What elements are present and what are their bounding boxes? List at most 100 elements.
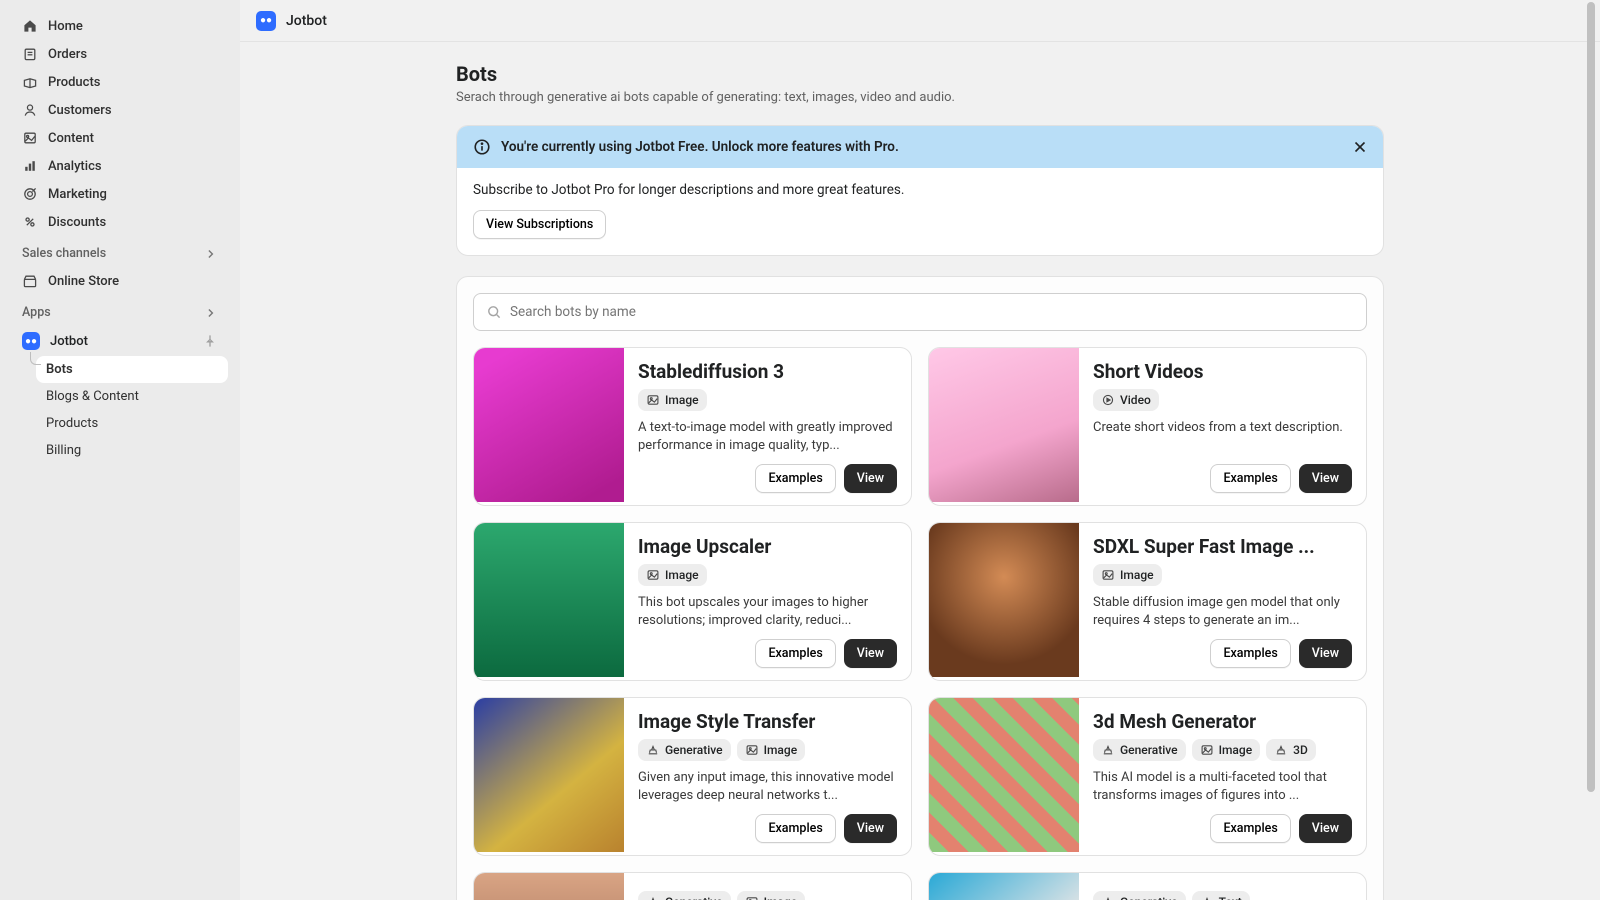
jotbot-app-icon: ●● [22,332,40,350]
content-scroll[interactable]: Bots Serach through generative ai bots c… [240,42,1600,900]
search-input[interactable] [510,304,1354,320]
badge-label: Generative [665,895,723,900]
pin-icon[interactable] [202,333,218,349]
nav-label: Analytics [48,159,102,174]
nav-label: Orders [48,47,87,62]
info-icon [473,138,491,156]
badge-label: Image [1120,568,1154,582]
view-button[interactable]: View [844,814,897,843]
sidebar-sub-bots[interactable]: Bots [36,356,228,383]
topbar: ●● Jotbot [240,0,1600,42]
banner-body-text: Subscribe to Jotbot Pro for longer descr… [473,182,1367,198]
nav-label: Products [48,75,100,90]
badges-row: Image [638,389,897,411]
sidebar-item-content[interactable]: Content [12,124,228,152]
apps-label: Apps [22,305,51,320]
sidebar-item-home[interactable]: Home [12,12,228,40]
chevron-right-icon [204,247,218,261]
badge-label: Image [1219,743,1253,757]
image-icon [1200,743,1214,757]
view-button[interactable]: View [844,464,897,493]
gen-icon [1101,743,1115,757]
view-button[interactable]: View [1299,639,1352,668]
sidebar-item-discounts[interactable]: Discounts [12,208,228,236]
bot-thumbnail [929,523,1079,677]
bot-thumbnail [929,348,1079,502]
badge-label: Generative [1120,743,1178,757]
bot-card: Image background RemoverGenerativeImage [473,872,912,900]
sidebar-sub-blogs-content[interactable]: Blogs & Content [36,383,228,410]
scrollbar[interactable] [1584,2,1598,898]
sidebar-item-customers[interactable]: Customers [12,96,228,124]
bot-title: Short Videos [1093,360,1352,383]
bot-card: Short VideosVideoCreate short videos fro… [928,347,1367,506]
analytics-icon [22,158,38,174]
video-icon [1101,393,1115,407]
image-icon [646,393,660,407]
nav-label: Customers [48,103,112,118]
bot-thumbnail [474,348,624,502]
badge-image: Image [1093,564,1162,586]
scrollbar-thumb[interactable] [1587,2,1595,792]
badge-image: Image [638,389,707,411]
sidebar: Home Orders Products Customers Content Analyt… [0,0,240,900]
bot-description: This bot upscales your images to higher … [638,594,897,629]
page-title: Bots [456,62,1384,86]
badge-label: Video [1120,393,1151,407]
banner-header: You're currently using Jotbot Free. Unlo… [457,126,1383,168]
sidebar-sub-billing[interactable]: Billing [36,437,228,464]
view-button[interactable]: View [1299,814,1352,843]
image-icon [1101,568,1115,582]
page-description: Serach through generative ai bots capabl… [456,90,1384,105]
bot-thumbnail [474,698,624,852]
customers-icon [22,102,38,118]
sidebar-sub-products[interactable]: Products [36,410,228,437]
apps-header[interactable]: Apps [12,295,228,326]
badge-label: 3D [1293,743,1308,757]
badge-text: Text [1192,891,1250,900]
bot-description: Stable diffusion image gen model that on… [1093,594,1352,629]
badge-label: Image [764,895,798,900]
badge-generative: Generative [638,891,731,900]
search-container [473,293,1367,331]
sidebar-item-products[interactable]: Products [12,68,228,96]
image-icon [646,568,660,582]
home-icon [22,18,38,34]
content-icon [22,130,38,146]
bot-card: SEO Meta Title And Des...GenerativeText [928,872,1367,900]
examples-button[interactable]: Examples [755,814,835,843]
sidebar-item-orders[interactable]: Orders [12,40,228,68]
badge-generative: Generative [1093,739,1186,761]
bot-card: SDXL Super Fast Image ... Image Stable dif… [928,522,1367,681]
badges-row: Image [638,564,897,586]
badge-image: Image [1192,739,1261,761]
sales-channels-header[interactable]: Sales channels [12,236,228,267]
badge-label: Image [665,568,699,582]
examples-button[interactable]: Examples [1210,639,1290,668]
app-name-label: Jotbot [50,334,88,349]
badges-row: Video [1093,389,1352,411]
nav-label: Discounts [48,215,106,230]
bot-card: Stablediffusion 3ImageA text-to-image mo… [473,347,912,506]
gen-icon [1274,743,1288,757]
badge-image: Image [737,739,806,761]
examples-button[interactable]: Examples [755,464,835,493]
examples-button[interactable]: Examples [1210,814,1290,843]
badge-video: Video [1093,389,1159,411]
view-button[interactable]: View [1299,464,1352,493]
sidebar-app-jotbot[interactable]: ●● Jotbot [12,326,228,356]
bot-title: Image Style Transfer [638,710,897,733]
sub-label: Blogs & Content [46,389,139,404]
view-subscriptions-button[interactable]: View Subscriptions [473,210,606,239]
sidebar-item-online-store[interactable]: Online Store [12,267,228,295]
close-icon[interactable] [1351,138,1369,156]
sidebar-item-marketing[interactable]: Marketing [12,180,228,208]
bot-title: SDXL Super Fast Image ... [1093,535,1352,558]
view-button[interactable]: View [844,639,897,668]
badge-label: Text [1219,895,1242,900]
sidebar-item-analytics[interactable]: Analytics [12,152,228,180]
examples-button[interactable]: Examples [1210,464,1290,493]
gen-icon [646,743,660,757]
examples-button[interactable]: Examples [755,639,835,668]
image-icon [745,895,759,900]
